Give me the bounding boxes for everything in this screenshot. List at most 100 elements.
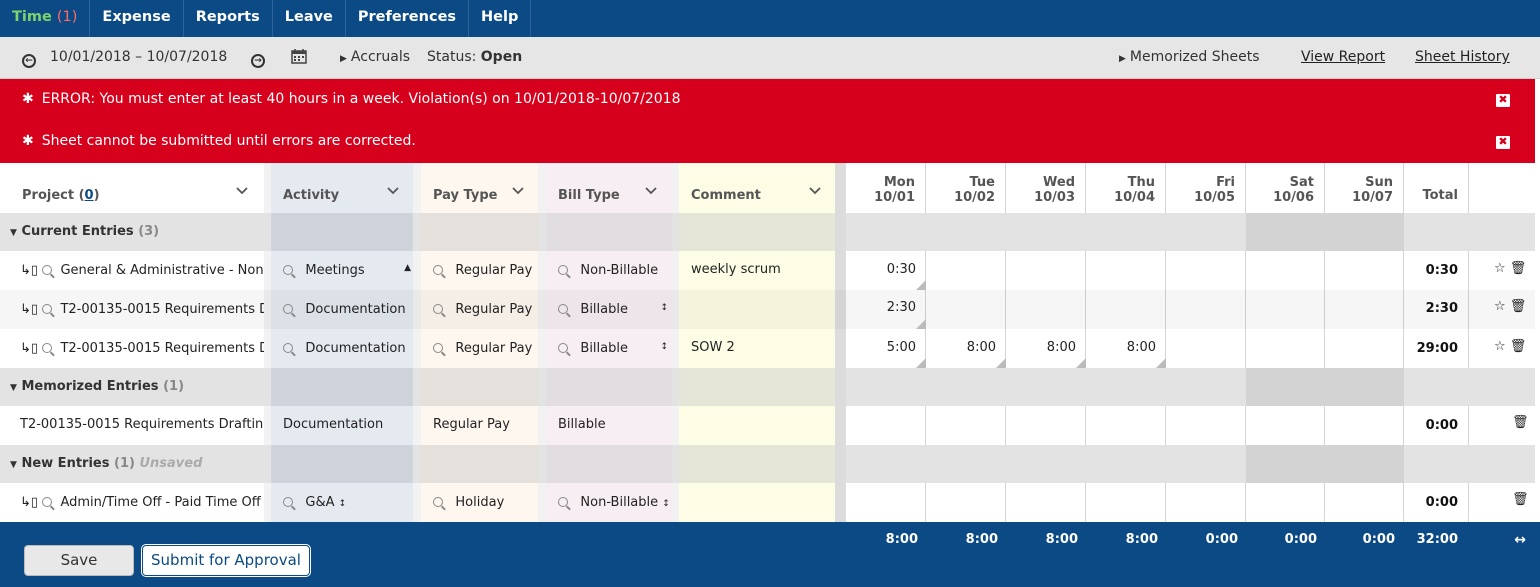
tab-help[interactable]: Help — [469, 0, 532, 37]
link-icon[interactable]: ↳▯ — [20, 495, 38, 510]
hours-cell-fri[interactable] — [1166, 329, 1246, 368]
search-icon[interactable] — [42, 343, 53, 353]
comment-field[interactable] — [679, 290, 835, 329]
hours-cell-sat[interactable] — [1246, 290, 1325, 329]
comment-header[interactable]: Comment — [679, 163, 835, 213]
tab-expense[interactable]: Expense — [90, 0, 184, 37]
project-cell[interactable]: ↳▯ Admin/Time Off - Paid Time Off — [0, 483, 264, 522]
search-icon[interactable] — [283, 343, 293, 353]
project-header[interactable]: Project (0) — [0, 163, 264, 213]
hours-cell-sun[interactable] — [1325, 290, 1404, 329]
hours-cell-mon[interactable]: 0:30 — [846, 251, 926, 290]
search-icon[interactable] — [42, 265, 53, 275]
pay-type-select[interactable]: Regular Pay — [421, 290, 538, 329]
hours-cell-wed[interactable] — [1006, 251, 1086, 290]
pay-type-select[interactable]: Regular Pay — [421, 251, 538, 290]
hours-cell-sun[interactable] — [1325, 251, 1404, 290]
next-week-button[interactable]: → — [251, 37, 265, 79]
link-icon[interactable]: ↳▯ — [20, 302, 38, 317]
hours-cell-sat[interactable] — [1246, 251, 1325, 290]
trash-icon[interactable]: 🗑 — [1510, 261, 1527, 276]
activity-select[interactable]: Meetings ▲ — [271, 251, 413, 290]
section-header-new[interactable]: ▼ New Entries (1) Unsaved — [0, 445, 1535, 483]
search-icon[interactable] — [433, 343, 443, 353]
close-icon[interactable]: ✖ — [1496, 136, 1510, 149]
sheet-history-link[interactable]: Sheet History — [1415, 49, 1510, 65]
project-cell[interactable]: ↳▯ T2-00135-0015 Requirements D — [0, 290, 264, 329]
project-cell[interactable]: ↳▯ T2-00135-0015 Requirements D — [0, 329, 264, 368]
search-icon[interactable] — [42, 304, 53, 314]
chevron-down-icon[interactable] — [809, 184, 821, 196]
save-button[interactable]: Save — [24, 545, 134, 576]
bill-type-select[interactable]: Non-Billable — [546, 251, 672, 290]
comment-field[interactable]: weekly scrum — [679, 251, 835, 290]
section-header-memorized[interactable]: ▼ Memorized Entries (1) — [0, 368, 1535, 406]
hours-cell-sun[interactable] — [1325, 329, 1404, 368]
project-cell[interactable]: ↳▯ General & Administrative - Non- — [0, 251, 264, 290]
search-icon[interactable] — [433, 304, 443, 314]
project-cell[interactable]: T2-00135-0015 Requirements Drafting — [0, 406, 264, 445]
view-report-link[interactable]: View Report — [1301, 49, 1385, 65]
search-icon[interactable] — [283, 497, 293, 507]
memorized-sheets-toggle[interactable]: ▶ Memorized Sheets — [1119, 37, 1260, 79]
comment-field[interactable] — [679, 483, 835, 522]
tab-reports[interactable]: Reports — [184, 0, 273, 37]
chevron-down-icon[interactable] — [236, 184, 248, 196]
star-icon[interactable]: ☆ — [1494, 261, 1506, 276]
comment-field[interactable]: SOW 2 — [679, 329, 835, 368]
bill-type-select[interactable]: Billable ↕ — [546, 290, 672, 329]
pay-type-select[interactable]: Holiday — [421, 483, 538, 522]
search-icon[interactable] — [558, 304, 568, 314]
prev-week-button[interactable]: ← — [22, 37, 36, 79]
tab-preferences[interactable]: Preferences — [346, 0, 470, 37]
hours-cell-wed[interactable] — [1006, 290, 1086, 329]
calendar-button[interactable] — [291, 37, 307, 79]
trash-icon[interactable]: 🗑 — [1512, 483, 1530, 522]
tab-time[interactable]: Time (1) — [0, 0, 91, 37]
hours-cell-mon[interactable]: 5:00 — [846, 329, 926, 368]
trash-icon[interactable]: 🗑 — [1510, 299, 1527, 314]
chevron-down-icon[interactable] — [645, 184, 657, 196]
hours-cell-fri[interactable] — [1166, 251, 1246, 290]
link-icon[interactable]: ↳▯ — [20, 341, 38, 356]
trash-icon[interactable]: 🗑 — [1512, 406, 1530, 445]
hours-cell-thu[interactable]: 8:00 — [1086, 329, 1166, 368]
submit-for-approval-button[interactable]: Submit for Approval — [142, 545, 310, 576]
section-header-current[interactable]: ▼ Current Entries (3) — [0, 213, 1535, 251]
hours-cell-thu[interactable] — [1086, 290, 1166, 329]
chevron-down-icon[interactable] — [512, 184, 524, 196]
search-icon[interactable] — [433, 265, 443, 275]
search-icon[interactable] — [558, 265, 568, 275]
hours-cell-wed[interactable]: 8:00 — [1006, 329, 1086, 368]
project-count[interactable]: 0 — [85, 188, 94, 203]
bill-type-select[interactable]: Billable ↕ — [546, 329, 672, 368]
accruals-toggle[interactable]: ▶ Accruals — [340, 37, 410, 79]
hours-cell-tue[interactable] — [926, 251, 1006, 290]
activity-select[interactable]: Documentation — [271, 329, 413, 368]
expand-horizontal-icon[interactable]: ↔ — [1508, 532, 1526, 548]
search-icon[interactable] — [558, 343, 568, 353]
tab-leave[interactable]: Leave — [273, 0, 346, 37]
search-icon[interactable] — [283, 265, 293, 275]
search-icon[interactable] — [558, 497, 568, 507]
hours-cell-sat[interactable] — [1246, 329, 1325, 368]
activity-select[interactable]: G&A ↕ — [271, 483, 413, 522]
bill-type-header[interactable]: Bill Type — [546, 163, 672, 213]
hours-cell-tue[interactable] — [926, 290, 1006, 329]
pay-type-select[interactable]: Regular Pay — [421, 329, 538, 368]
link-icon[interactable]: ↳▯ — [20, 263, 38, 278]
star-icon[interactable]: ☆ — [1494, 339, 1506, 354]
pay-type-header[interactable]: Pay Type — [421, 163, 538, 213]
hours-cell-fri[interactable] — [1166, 290, 1246, 329]
search-icon[interactable] — [42, 497, 53, 507]
trash-icon[interactable]: 🗑 — [1510, 339, 1527, 354]
hours-cell-tue[interactable]: 8:00 — [926, 329, 1006, 368]
activity-header[interactable]: Activity — [271, 163, 413, 213]
hours-cell-mon[interactable]: 2:30 — [846, 290, 926, 329]
search-icon[interactable] — [283, 304, 293, 314]
chevron-down-icon[interactable] — [387, 184, 399, 196]
bill-type-select[interactable]: Non-Billable ↕ — [546, 483, 672, 522]
star-icon[interactable]: ☆ — [1494, 299, 1506, 314]
hours-cell-thu[interactable] — [1086, 251, 1166, 290]
search-icon[interactable] — [433, 497, 443, 507]
